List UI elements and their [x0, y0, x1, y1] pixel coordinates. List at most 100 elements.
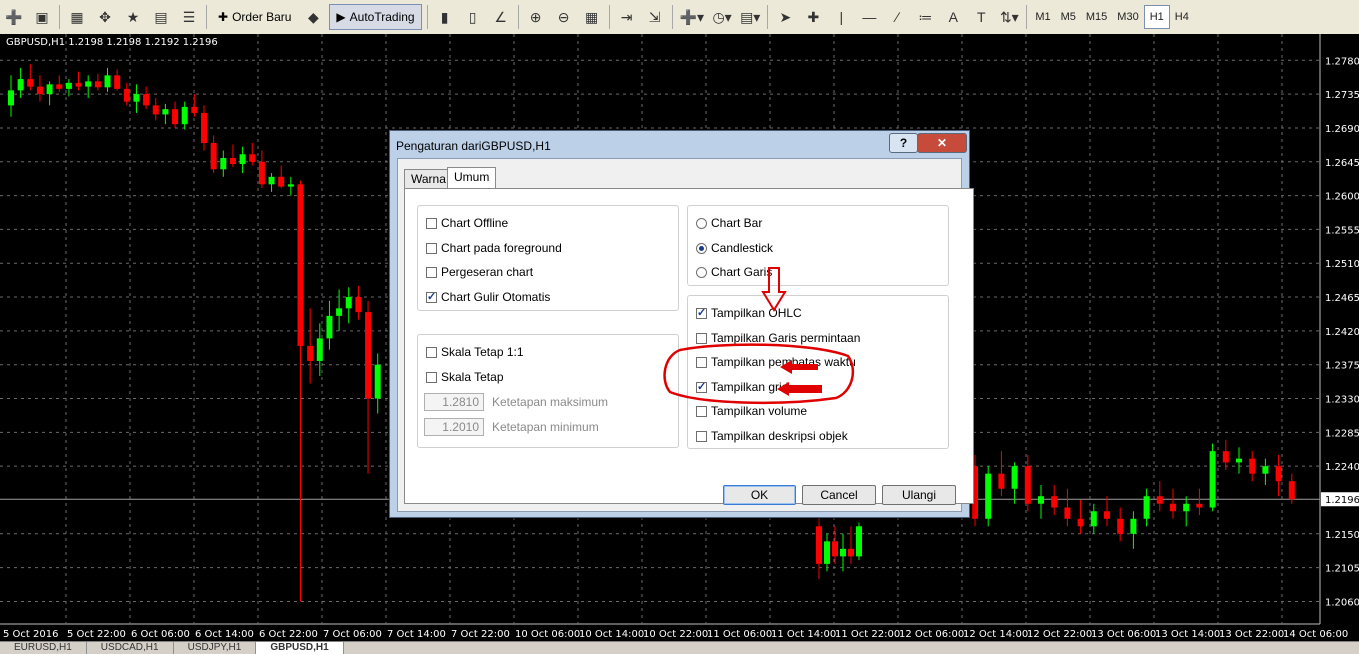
chart-foreground-checkbox[interactable]	[426, 242, 437, 254]
price-tick-label: 1.2555	[1325, 225, 1359, 236]
metaeditor-icon[interactable]: ◆	[301, 4, 325, 30]
show-options-group: Tampilkan OHLC Tampilkan Garis permintaa…	[687, 295, 949, 449]
text-label-icon[interactable]: T	[969, 4, 993, 30]
fixed-min-row: 1.2010 Ketetapan minimum	[424, 418, 599, 436]
templates-icon[interactable]: ▤▾	[738, 4, 762, 30]
navigator-icon[interactable]: ✥	[93, 4, 117, 30]
tab-umum[interactable]: Umum	[447, 167, 497, 189]
chart-tab-active[interactable]: GBPUSD,H1	[256, 642, 344, 654]
candlestick-radio[interactable]	[696, 242, 707, 254]
chart-tab[interactable]: USDJPY,H1	[174, 642, 257, 654]
indicators-icon[interactable]: ➕▾	[678, 4, 706, 30]
favorites-icon[interactable]: ★	[121, 4, 145, 30]
toolbar-divider	[1026, 5, 1028, 29]
vertical-line-icon[interactable]: |	[829, 4, 853, 30]
chart-foreground-label: Chart pada foreground	[441, 241, 562, 255]
candle-body	[856, 526, 862, 557]
show-ohlc-option[interactable]: Tampilkan OHLC	[696, 306, 802, 320]
chart-bar-option[interactable]: Chart Bar	[696, 216, 762, 230]
close-button[interactable]: ✕	[917, 133, 967, 153]
show-object-descriptions-option[interactable]: Tampilkan deskripsi objek	[696, 429, 848, 443]
chart-shift-icon[interactable]: ⇥	[615, 4, 639, 30]
candlestick-option[interactable]: Candlestick	[696, 241, 773, 255]
bar-chart-icon[interactable]: ▮	[433, 4, 457, 30]
chart-autoscroll-option[interactable]: Chart Gulir Otomatis	[426, 290, 550, 304]
help-button[interactable]: ?	[889, 133, 918, 153]
show-volume-checkbox[interactable]	[696, 405, 707, 417]
timeframe-m30[interactable]: M30	[1112, 6, 1143, 28]
market-watch-icon[interactable]: ▦	[65, 4, 89, 30]
horizontal-line-icon[interactable]: —	[857, 4, 881, 30]
cancel-button[interactable]: Cancel	[802, 485, 876, 505]
crosshair-icon[interactable]: ✚	[801, 4, 825, 30]
candle-body	[8, 90, 14, 106]
tab-panel-umum: Chart Offline Chart pada foreground Perg…	[404, 188, 974, 504]
candle-body	[326, 315, 333, 339]
strategy-tester-icon[interactable]: ☰	[177, 4, 201, 30]
ok-button[interactable]: OK	[723, 485, 796, 505]
arrows-icon[interactable]: ⇅▾	[997, 4, 1021, 30]
chart-line-option[interactable]: Chart Garis	[696, 265, 772, 279]
reset-button[interactable]: Ulangi	[882, 485, 956, 505]
chart-bar-radio[interactable]	[696, 217, 707, 229]
tab-warna[interactable]: Warna	[404, 169, 453, 188]
show-ask-line-option[interactable]: Tampilkan Garis permintaan	[696, 331, 860, 345]
chart-foreground-option[interactable]: Chart pada foreground	[426, 241, 562, 255]
candle-body	[172, 109, 179, 125]
fixed-max-input[interactable]: 1.2810	[424, 393, 484, 411]
zoom-in-icon[interactable]: ⊕	[524, 4, 548, 30]
timeframe-m5[interactable]: M5	[1056, 6, 1081, 28]
fixed-max-label: Ketetapan maksimum	[492, 395, 609, 409]
trendline-icon[interactable]: ∕	[885, 4, 909, 30]
fibonacci-icon[interactable]: ≔	[913, 4, 937, 30]
scale-fix-checkbox[interactable]	[426, 371, 437, 383]
candlestick-icon[interactable]: ▯	[461, 4, 485, 30]
fixed-max-row: 1.2810 Ketetapan maksimum	[424, 393, 608, 411]
candle-body	[1170, 503, 1176, 512]
terminal-icon[interactable]: ▤	[149, 4, 173, 30]
timeframe-m1[interactable]: M1	[1030, 6, 1055, 28]
chart-offline-option[interactable]: Chart Offline	[426, 216, 508, 230]
new-order-button[interactable]: ✚ Order Baru	[212, 4, 297, 30]
chart-line-radio[interactable]	[696, 266, 707, 278]
time-tick-label: 13 Oct 22:00	[1219, 629, 1284, 640]
profiles-icon[interactable]: ▣	[30, 4, 54, 30]
toolbar-divider	[517, 5, 519, 29]
timeframe-m15[interactable]: M15	[1081, 6, 1112, 28]
show-grid-option[interactable]: Tampilkan grid	[696, 380, 788, 394]
show-period-separators-option[interactable]: Tampilkan pembatas waktu	[696, 355, 856, 369]
toolbar-divider	[206, 5, 207, 29]
fixed-min-input[interactable]: 1.2010	[424, 418, 484, 436]
candle-body	[162, 109, 169, 115]
text-icon[interactable]: A	[941, 4, 965, 30]
timeframe-h4[interactable]: H4	[1170, 6, 1194, 28]
chart-tab[interactable]: USDCAD,H1	[87, 642, 174, 654]
line-chart-icon[interactable]: ∠	[489, 4, 513, 30]
chart-shift-option[interactable]: Pergeseran chart	[426, 265, 533, 279]
candle-body	[336, 308, 343, 316]
zoom-out-icon[interactable]: ⊖	[552, 4, 576, 30]
scale-fix-option[interactable]: Skala Tetap	[426, 370, 504, 384]
scale-fix-one-checkbox[interactable]	[426, 346, 437, 358]
show-ohlc-checkbox[interactable]	[696, 306, 707, 319]
autotrading-button[interactable]: ▶ AutoTrading	[329, 4, 422, 30]
chart-autoscroll-checkbox[interactable]	[426, 290, 437, 303]
chart-shift-checkbox[interactable]	[426, 266, 437, 278]
price-tick-label: 1.2285	[1325, 428, 1359, 439]
scale-fix-one-option[interactable]: Skala Tetap 1:1	[426, 345, 524, 359]
chart-tab[interactable]: EURUSD,H1	[0, 642, 87, 654]
show-object-descriptions-checkbox[interactable]	[696, 430, 707, 442]
time-tick-label: 10 Oct 14:00	[579, 629, 644, 640]
candle-body	[249, 154, 256, 162]
new-chart-icon[interactable]: ➕	[2, 4, 26, 30]
timeframe-h1[interactable]: H1	[1143, 5, 1170, 29]
show-ask-line-checkbox[interactable]	[696, 332, 707, 344]
show-volume-option[interactable]: Tampilkan volume	[696, 404, 807, 418]
show-period-separators-checkbox[interactable]	[696, 356, 707, 368]
autoscroll-icon[interactable]: ⇲	[643, 4, 667, 30]
tile-windows-icon[interactable]: ▦	[580, 4, 604, 30]
cursor-icon[interactable]: ➤	[773, 4, 797, 30]
show-grid-checkbox[interactable]	[696, 380, 707, 393]
chart-offline-checkbox[interactable]	[426, 217, 437, 229]
periods-icon[interactable]: ◷▾	[710, 4, 734, 30]
